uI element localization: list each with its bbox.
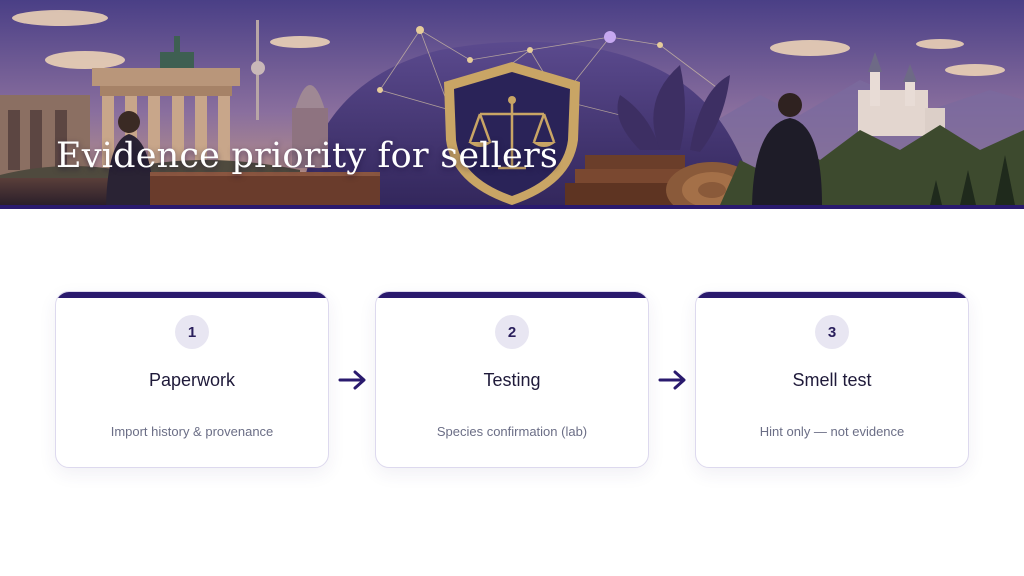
banner-divider (0, 205, 1024, 209)
step-title: Paperwork (148, 370, 236, 390)
step-description: Species confirmation (lab) (436, 424, 588, 439)
step-card-testing: 2 Testing Species confirmation (lab) (375, 291, 649, 468)
card-accent-bar (56, 292, 328, 298)
card-accent-bar (376, 292, 648, 298)
step-number-badge: 3 (815, 315, 849, 349)
page-title: Evidence priority for sellers (56, 136, 559, 176)
card-accent-bar (696, 292, 968, 298)
step-description: Hint only — not evidence (759, 424, 905, 439)
header-banner: Evidence priority for sellers (0, 0, 1024, 205)
arrow-right-icon (338, 370, 366, 390)
step-title: Testing (483, 370, 541, 390)
step-number-badge: 2 (495, 315, 529, 349)
step-card-smell-test: 3 Smell test Hint only — not evidence (695, 291, 969, 468)
step-card-paperwork: 1 Paperwork Import history & provenance (55, 291, 329, 468)
step-description: Import history & provenance (110, 424, 274, 439)
arrow-right-icon (658, 370, 686, 390)
step-title: Smell test (792, 370, 872, 390)
step-number-badge: 1 (175, 315, 209, 349)
